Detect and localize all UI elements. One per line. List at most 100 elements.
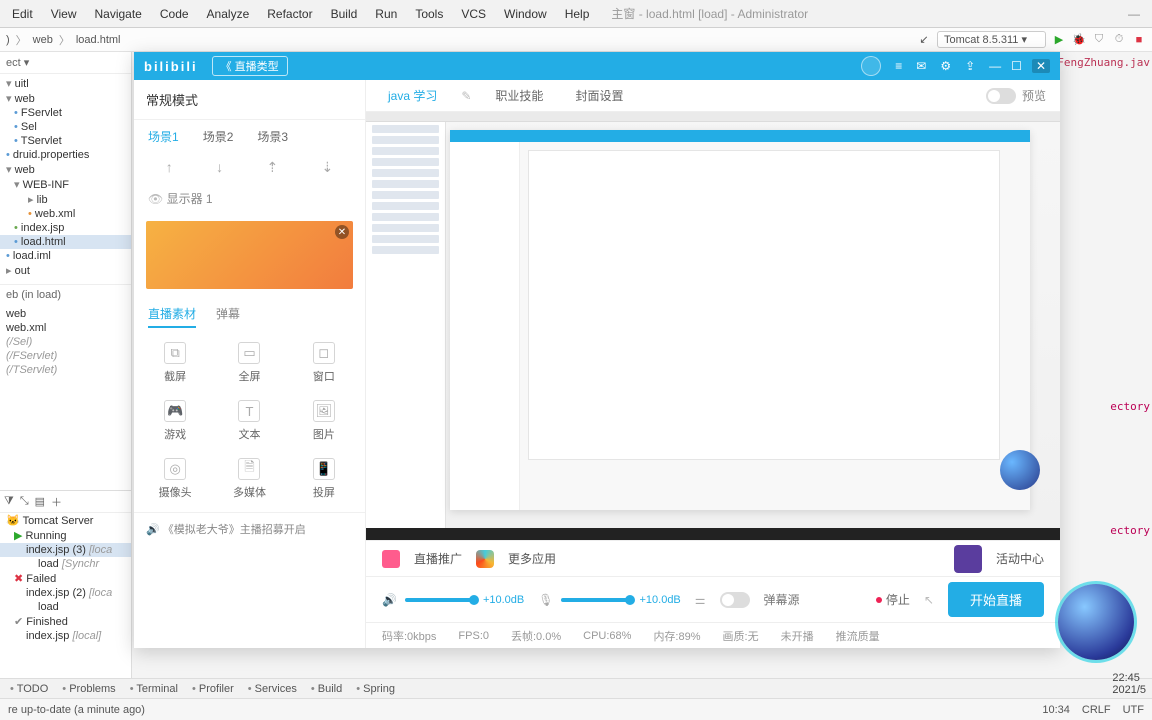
more-apps-link[interactable]: 更多应用	[508, 550, 556, 567]
service-node[interactable]: index.jsp (2) [loca	[0, 586, 131, 600]
tree-node[interactable]: load.iml	[0, 249, 131, 263]
profile-icon[interactable]: ⏱	[1112, 33, 1126, 47]
menu-tools[interactable]: Tools	[407, 3, 451, 25]
nav-node[interactable]: (/Sel)	[0, 335, 131, 349]
tab-cover[interactable]: 封面设置	[567, 84, 631, 107]
source-图片[interactable]: 🖼图片	[287, 394, 361, 448]
scene-up-icon[interactable]: ↑	[166, 159, 173, 176]
menu-vcs[interactable]: VCS	[453, 3, 494, 25]
services-expand-icon[interactable]: ⤡	[20, 495, 29, 508]
stream-preview[interactable]	[366, 112, 1060, 540]
activity-icon[interactable]	[954, 545, 982, 573]
menu-analyze[interactable]: Analyze	[199, 3, 258, 25]
menu-refactor[interactable]: Refactor	[259, 3, 320, 25]
tw-build[interactable]: Build	[311, 683, 342, 695]
source-文本[interactable]: T文本	[212, 394, 286, 448]
tw-todo[interactable]: TODO	[10, 683, 48, 695]
tree-node[interactable]: index.jsp	[0, 221, 131, 235]
source-投屏[interactable]: 📱投屏	[287, 452, 361, 506]
menu-window[interactable]: Window	[496, 3, 555, 25]
source-摄像头[interactable]: ◎摄像头	[138, 452, 212, 506]
mic-volume-slider[interactable]	[561, 598, 631, 602]
menu-view[interactable]: View	[43, 3, 85, 25]
menu-code[interactable]: Code	[152, 3, 197, 25]
source-多媒体[interactable]: 🗎多媒体	[212, 452, 286, 506]
service-node[interactable]: load	[0, 600, 131, 614]
services-add-icon[interactable]: ＋	[51, 494, 62, 510]
tree-node[interactable]: uitl	[0, 76, 131, 91]
bili-mail-icon[interactable]: ✉	[916, 59, 926, 73]
start-live-button[interactable]: 开始直播	[948, 582, 1044, 617]
service-node[interactable]: index.jsp (3) [loca	[0, 543, 131, 557]
tree-node[interactable]: load.html	[0, 235, 131, 249]
service-node[interactable]: Finished	[0, 614, 131, 629]
service-node[interactable]: Running	[0, 528, 131, 543]
bili-minimize-icon[interactable]: —	[989, 59, 1001, 73]
bili-share-icon[interactable]: ⇪	[965, 59, 975, 73]
scene-sort-desc-icon[interactable]: ⇣	[322, 159, 334, 176]
scene-sort-asc-icon[interactable]: ⇡	[266, 159, 278, 176]
nav-node[interactable]: web	[0, 307, 131, 321]
stop-icon[interactable]: ■	[1132, 33, 1146, 47]
source-thumbnail[interactable]: ✕	[146, 221, 353, 289]
activity-link[interactable]: 活动中心	[996, 550, 1044, 567]
status-encoding[interactable]: UTF	[1123, 704, 1144, 716]
coverage-icon[interactable]: ⛉	[1092, 33, 1106, 47]
speaker-volume-slider[interactable]	[405, 598, 475, 602]
nav-node[interactable]: (/FServlet)	[0, 349, 131, 363]
scene-2[interactable]: 场景2	[203, 128, 234, 145]
source-窗口[interactable]: ◻窗口	[287, 336, 361, 390]
tree-node[interactable]: web	[0, 162, 131, 177]
service-node[interactable]: load [Synchr	[0, 557, 131, 571]
mixer-icon[interactable]: ⚌	[695, 593, 706, 607]
window-minimize-icon[interactable]: —	[1128, 7, 1140, 21]
vcs-update-icon[interactable]: ↙	[917, 33, 931, 47]
menu-build[interactable]: Build	[323, 3, 366, 25]
source-截屏[interactable]: ⧉截屏	[138, 336, 212, 390]
tree-node[interactable]: TServlet	[0, 134, 131, 148]
thumbnail-remove-icon[interactable]: ✕	[335, 225, 349, 239]
crumb-file[interactable]: load.html	[76, 34, 121, 46]
tab-skill[interactable]: 职业技能	[487, 84, 551, 107]
tw-problems[interactable]: Problems	[62, 683, 115, 695]
bili-settings-icon[interactable]: ⚙	[940, 59, 951, 73]
run-icon[interactable]: ▶	[1052, 33, 1066, 47]
project-header[interactable]: ect ▾	[0, 52, 131, 74]
source-全屏[interactable]: ▭全屏	[212, 336, 286, 390]
tree-node[interactable]: WEB-INF	[0, 177, 131, 192]
tree-node[interactable]: web	[0, 91, 131, 106]
tree-node[interactable]: web.xml	[0, 207, 131, 221]
stop-button[interactable]: 停止	[876, 591, 910, 608]
tab-sources[interactable]: 直播素材	[148, 305, 196, 328]
status-line-sep[interactable]: CRLF	[1082, 704, 1111, 716]
menu-run[interactable]: Run	[367, 3, 405, 25]
nav-node[interactable]: web.xml	[0, 321, 131, 335]
tree-node[interactable]: lib	[0, 192, 131, 207]
services-filter-icon[interactable]: ⧩	[4, 495, 14, 508]
tw-services[interactable]: Services	[248, 683, 297, 695]
bili-close-icon[interactable]: ✕	[1032, 59, 1050, 73]
service-node[interactable]: index.jsp [local]	[0, 629, 131, 643]
tw-spring[interactable]: Spring	[356, 683, 395, 695]
service-node[interactable]: Failed	[0, 571, 131, 586]
preview-toggle[interactable]	[986, 88, 1016, 104]
scene-3[interactable]: 场景3	[257, 128, 288, 145]
tw-terminal[interactable]: Terminal	[130, 683, 178, 695]
tree-node[interactable]: out	[0, 263, 131, 278]
crumb-web[interactable]: web	[33, 34, 53, 46]
danmu-toggle[interactable]	[720, 592, 750, 608]
server-node[interactable]: 🐱 Tomcat Server	[0, 513, 131, 528]
nav-node[interactable]: (/TServlet)	[0, 363, 131, 377]
stream-title-input[interactable]: java 学习	[380, 84, 445, 107]
tree-node[interactable]: druid.properties	[0, 148, 131, 162]
scene-down-icon[interactable]: ↓	[216, 159, 223, 176]
menu-help[interactable]: Help	[557, 3, 598, 25]
bili-titlebar[interactable]: bilibili 《 直播类型 ≡ ✉ ⚙ ⇪ — ☐ ✕	[134, 52, 1060, 80]
scene-1[interactable]: 场景1	[148, 128, 179, 145]
display-source[interactable]: 显示器 1	[134, 182, 365, 215]
source-游戏[interactable]: 🎮游戏	[138, 394, 212, 448]
tree-node[interactable]: FServlet	[0, 106, 131, 120]
debug-icon[interactable]: 🐞	[1072, 33, 1086, 47]
tab-danmu[interactable]: 弹幕	[216, 305, 240, 328]
run-config-select[interactable]: Tomcat 8.5.311 ▾	[937, 31, 1046, 48]
